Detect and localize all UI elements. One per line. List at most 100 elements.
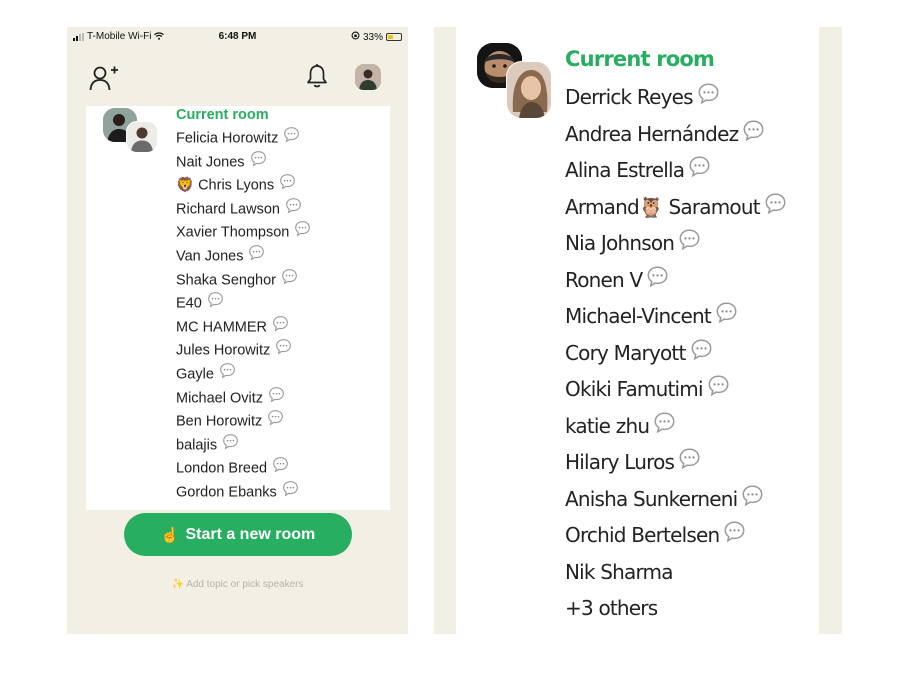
zoomed-room-card[interactable]: Current room Derrick Reyes Andrea Hernánd… <box>456 27 819 634</box>
member-name: Richard Lawson <box>176 201 280 218</box>
member-name: Gordon Ebanks <box>176 484 277 501</box>
chat-bubble-icon <box>272 315 289 341</box>
member-row[interactable]: katie zhu <box>565 408 787 445</box>
member-name: Michael Ovitz <box>176 390 264 407</box>
member-row[interactable]: Ronen V <box>565 262 787 299</box>
member-name: MC HAMMER <box>176 319 268 336</box>
chat-bubble-icon <box>250 150 267 176</box>
member-row[interactable]: Cory Maryott <box>565 335 787 372</box>
chat-bubble-icon <box>707 372 730 409</box>
chat-bubble-icon <box>764 190 787 227</box>
current-room-card[interactable]: Current room Felicia Horowitz Nait Jones 🦁… <box>86 106 390 510</box>
chat-bubble-icon <box>275 338 292 364</box>
left-phone-screen: T-Mobile Wi-Fi 6:48 PM 33% Current room … <box>67 27 408 634</box>
chat-bubble-icon <box>272 456 289 482</box>
member-row[interactable]: Van Jones <box>176 244 311 268</box>
member-row[interactable]: Jules Horowitz <box>176 338 311 362</box>
battery-icon <box>386 33 402 41</box>
bell-icon[interactable] <box>305 63 329 89</box>
member-row[interactable]: +3 others <box>565 590 787 627</box>
battery-percent: 33% <box>362 31 383 43</box>
member-list: Felicia Horowitz Nait Jones 🦁 Chris Lyons R… <box>176 126 311 504</box>
chat-bubble-icon <box>678 445 701 482</box>
chat-bubble-icon <box>653 409 676 446</box>
member-row[interactable]: 🦁 Chris Lyons <box>176 173 311 197</box>
member-row[interactable]: Nik Sharma <box>565 554 787 591</box>
member-name: katie zhu <box>565 413 650 438</box>
add-topic-link[interactable]: ✨ Add topic or pick speakers <box>67 579 408 590</box>
chat-bubble-icon <box>646 263 669 300</box>
member-row[interactable]: E40 <box>176 291 311 315</box>
member-name: Gayle <box>176 366 214 383</box>
member-name: Cory Maryott <box>565 340 686 365</box>
start-room-button[interactable]: ☝️ Start a new room <box>124 513 352 556</box>
member-name: Ben Horowitz <box>176 413 263 430</box>
member-row[interactable]: Okiki Famutimi <box>565 371 787 408</box>
chat-bubble-icon <box>282 480 299 506</box>
chat-bubble-icon <box>268 386 285 412</box>
member-row[interactable]: Richard Lawson <box>176 197 311 221</box>
chat-bubble-icon <box>715 299 738 336</box>
chat-bubble-icon <box>742 117 765 154</box>
chat-bubble-icon <box>222 433 239 459</box>
member-name: Alina Estrella <box>565 158 685 182</box>
member-row[interactable]: London Breed <box>176 456 311 480</box>
member-name: Hilary Luros <box>565 450 675 474</box>
profile-avatar[interactable] <box>355 64 381 90</box>
member-row[interactable]: Gayle <box>176 362 311 386</box>
member-name: Xavier Thompson <box>176 225 290 241</box>
member-name: Derrick Reyes <box>565 85 694 109</box>
member-row[interactable]: Armand🦉 Saramout <box>565 189 787 226</box>
orientation-lock-icon <box>351 31 360 43</box>
member-row[interactable]: Hilary Luros <box>565 444 787 481</box>
status-bar: T-Mobile Wi-Fi 6:48 PM 33% <box>67 27 408 45</box>
member-row[interactable]: Andrea Hernández <box>565 116 787 153</box>
speaker-avatar <box>126 121 158 153</box>
member-row[interactable]: Derrick Reyes <box>565 79 787 116</box>
member-row[interactable]: Michael-Vincent <box>565 298 787 335</box>
member-name: Armand🦉 Saramout <box>565 194 761 219</box>
member-name: Andrea Hernández <box>565 121 739 146</box>
member-name: Van Jones <box>176 248 244 265</box>
member-name: Felicia Horowitz <box>176 130 279 147</box>
member-row[interactable]: Orchid Bertelsen <box>565 517 787 554</box>
member-row[interactable]: Felicia Horowitz <box>176 126 311 150</box>
chat-bubble-icon <box>267 409 284 435</box>
member-row[interactable]: Shaka Senghor <box>176 268 311 292</box>
member-name: Anisha Sunkerneni <box>565 486 738 511</box>
member-row[interactable]: Gordon Ebanks <box>176 480 311 504</box>
member-row[interactable]: Anisha Sunkerneni <box>565 481 787 518</box>
member-list: Derrick Reyes Andrea Hernández Alina Estre… <box>565 79 787 627</box>
member-name: Okiki Famutimi <box>565 377 704 401</box>
chat-bubble-icon <box>207 291 224 317</box>
chat-bubble-icon <box>678 226 701 263</box>
chat-bubble-icon <box>285 197 302 223</box>
start-room-label: Start a new room <box>185 525 316 543</box>
member-name: London Breed <box>176 460 268 477</box>
chat-bubble-icon <box>248 244 265 270</box>
member-row[interactable]: Michael Ovitz <box>176 386 311 410</box>
member-row[interactable]: Alina Estrella <box>565 152 787 189</box>
chat-bubble-icon <box>281 268 298 294</box>
right-zoom-panel: Current room Derrick Reyes Andrea Hernánd… <box>434 27 842 634</box>
chat-bubble-icon <box>723 518 746 555</box>
member-name: Nik Sharma <box>565 559 674 584</box>
member-row[interactable]: Nait Jones <box>176 150 311 174</box>
member-row[interactable]: balajis <box>176 433 311 457</box>
chat-bubble-icon <box>697 80 720 117</box>
member-name: Shaka Senghor <box>176 272 276 289</box>
member-row[interactable]: Ben Horowitz <box>176 409 311 433</box>
chat-bubble-icon <box>688 153 711 190</box>
status-right: 33% <box>351 31 402 43</box>
add-user-icon[interactable] <box>89 65 119 91</box>
chat-bubble-icon <box>741 482 764 519</box>
chat-bubble-icon <box>690 336 713 373</box>
chat-bubble-icon <box>279 173 296 199</box>
member-row[interactable]: Xavier Thompson <box>176 220 311 244</box>
speaker-avatar <box>506 61 552 119</box>
member-row[interactable]: MC HAMMER <box>176 315 311 339</box>
member-row[interactable]: Nia Johnson <box>565 225 787 262</box>
current-room-heading: Current room <box>565 47 715 71</box>
current-room-heading: Current room <box>176 107 269 123</box>
pointing-hand-icon: ☝️ <box>160 526 180 544</box>
